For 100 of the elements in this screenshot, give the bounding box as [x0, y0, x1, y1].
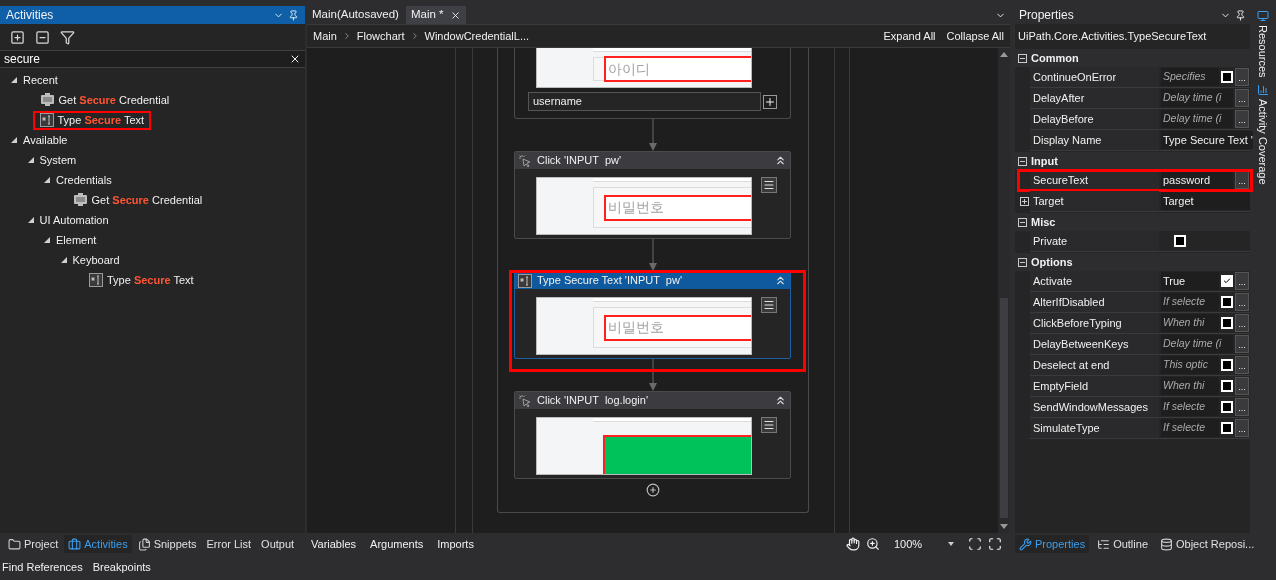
tree-group-label[interactable]: Element — [56, 231, 97, 249]
toolbar-link[interactable]: Expand All — [883, 27, 936, 45]
breadcrumb-item[interactable]: Main — [313, 27, 337, 45]
activity-card[interactable]: Click 'INPUT log.login' — [514, 391, 791, 479]
activity-item[interactable]: Type Secure Text — [82, 270, 201, 290]
ellipsis-button[interactable]: ... — [1235, 419, 1249, 437]
expanded-caret-icon[interactable] — [26, 156, 35, 164]
text-field[interactable]: username — [528, 92, 761, 111]
side-tab[interactable]: Activity Coverage — [1254, 83, 1272, 185]
checkbox[interactable] — [1221, 422, 1233, 434]
property-value[interactable]: Target — [1161, 192, 1250, 210]
panel-tab[interactable]: Properties — [1015, 535, 1090, 553]
filter-icon[interactable] — [60, 29, 75, 45]
designer-tab[interactable]: Arguments — [370, 535, 424, 553]
expanded-caret-icon[interactable] — [10, 76, 18, 84]
expanded-caret-icon[interactable] — [43, 236, 51, 244]
property-hint[interactable]: If selecte — [1161, 419, 1219, 437]
tree-group-label[interactable]: Keyboard — [72, 251, 120, 269]
menu-icon[interactable] — [761, 417, 777, 433]
activity-item[interactable]: Get Secure Credential — [65, 190, 210, 210]
tree-group-label[interactable]: Available — [23, 131, 68, 149]
expanded-caret-icon[interactable] — [10, 136, 18, 144]
breadcrumb-item[interactable]: Flowchart — [356, 27, 405, 45]
collapse-icon[interactable] — [774, 274, 787, 287]
ellipsis-button[interactable]: ... — [1235, 398, 1249, 416]
panel-tab[interactable]: Find References — [2, 559, 83, 576]
ellipsis-button[interactable]: ... — [1235, 110, 1249, 128]
collapse-icon[interactable] — [774, 154, 787, 167]
panel-tab[interactable]: Breakpoints — [92, 559, 151, 576]
collapse-box-icon[interactable] — [1018, 156, 1027, 166]
ellipsis-button[interactable]: ... — [1235, 89, 1249, 107]
ellipsis-button[interactable]: ... — [1235, 356, 1249, 374]
property-hint[interactable]: Delay time (i — [1161, 335, 1233, 353]
checkbox[interactable] — [1221, 359, 1233, 371]
property-hint[interactable]: When thi — [1161, 314, 1219, 332]
breadcrumb-item[interactable]: WindowCredentialL... — [424, 27, 530, 45]
property-value[interactable]: Type Secure Text ' — [1161, 131, 1253, 149]
expand-all-icon[interactable] — [10, 29, 25, 45]
document-tab[interactable]: Main(Autosaved) — [307, 6, 404, 24]
checkbox[interactable] — [1221, 275, 1233, 287]
fit-screen-icon[interactable] — [968, 537, 982, 551]
panel-tab[interactable]: Project — [4, 535, 63, 553]
expand-box-icon[interactable] — [1019, 197, 1029, 206]
expanded-caret-icon[interactable] — [59, 256, 68, 264]
scrollbar[interactable] — [998, 48, 1010, 533]
expanded-caret-icon[interactable] — [43, 176, 51, 184]
ellipsis-button[interactable]: ... — [1235, 68, 1249, 86]
collapse-box-icon[interactable] — [1018, 257, 1027, 267]
tree-group-label[interactable]: Credentials — [56, 171, 112, 189]
checkbox[interactable] — [1221, 296, 1233, 308]
activity-card[interactable]: Type Secure Text 'INPUT pw' 비밀번호 — [514, 271, 791, 359]
menu-icon[interactable] — [761, 297, 777, 313]
clear-icon[interactable] — [289, 53, 301, 65]
checkbox[interactable] — [1174, 235, 1186, 247]
collapse-icon[interactable] — [774, 394, 787, 407]
activity-card[interactable]: Click 'INPUT pw' 비밀번호 — [514, 151, 791, 239]
property-hint[interactable]: Delay time (i — [1161, 89, 1233, 107]
add-icon[interactable] — [645, 483, 660, 497]
panel-tab[interactable]: Snippets — [133, 535, 201, 553]
panel-tab[interactable]: Error List — [202, 535, 256, 553]
checkbox[interactable] — [1221, 380, 1233, 392]
property-hint[interactable]: When thi — [1161, 377, 1219, 395]
toolbar-link[interactable]: Collapse All — [946, 27, 1004, 45]
zoom-icon[interactable] — [866, 537, 880, 551]
ellipsis-button[interactable]: ... — [1235, 314, 1249, 332]
tree-group-label[interactable]: System — [39, 151, 77, 169]
ellipsis-button[interactable]: ... — [1235, 377, 1249, 395]
collapse-all-icon[interactable] — [35, 29, 50, 45]
collapse-box-icon[interactable] — [1018, 217, 1027, 227]
zoom-dropdown[interactable]: 100% — [894, 535, 954, 553]
scroll-down-icon[interactable] — [1000, 524, 1008, 529]
menu-icon[interactable] — [761, 177, 777, 193]
activity-item[interactable]: Type Secure Text — [32, 110, 152, 130]
property-hint[interactable]: Specifies — [1161, 68, 1219, 86]
panel-tab[interactable]: Object Reposi... — [1156, 535, 1259, 553]
checkbox[interactable] — [1221, 401, 1233, 413]
fullscreen-icon[interactable] — [988, 537, 1002, 551]
scroll-up-icon[interactable] — [1000, 52, 1008, 57]
close-icon[interactable] — [449, 9, 461, 21]
property-hint[interactable]: Delay time (i — [1161, 110, 1233, 128]
property-hint[interactable]: If selecte — [1161, 293, 1219, 311]
checkbox[interactable] — [1221, 71, 1233, 83]
tree-group-label[interactable]: Recent — [23, 71, 58, 89]
checkbox[interactable] — [1221, 317, 1233, 329]
designer-tab[interactable]: Imports — [437, 535, 474, 553]
property-hint[interactable]: If selecte — [1161, 398, 1219, 416]
hand-icon[interactable] — [846, 537, 860, 551]
ellipsis-button[interactable]: ... — [1235, 272, 1249, 290]
document-tab[interactable]: Main * — [405, 6, 466, 24]
ellipsis-button[interactable]: ... — [1235, 335, 1249, 353]
panel-tab[interactable]: Activities — [64, 535, 132, 553]
activity-item[interactable]: Get Secure Credential — [32, 90, 177, 110]
designer-tab[interactable]: Variables — [311, 535, 357, 553]
panel-tab[interactable]: Outline — [1093, 535, 1152, 553]
ellipsis-button[interactable]: ... — [1235, 293, 1249, 311]
panel-tab[interactable]: Output — [257, 535, 299, 553]
plus-icon[interactable] — [763, 94, 777, 109]
collapse-box-icon[interactable] — [1018, 53, 1027, 63]
tree-group-label[interactable]: UI Automation — [39, 211, 109, 229]
pin-icon[interactable] — [288, 9, 299, 21]
